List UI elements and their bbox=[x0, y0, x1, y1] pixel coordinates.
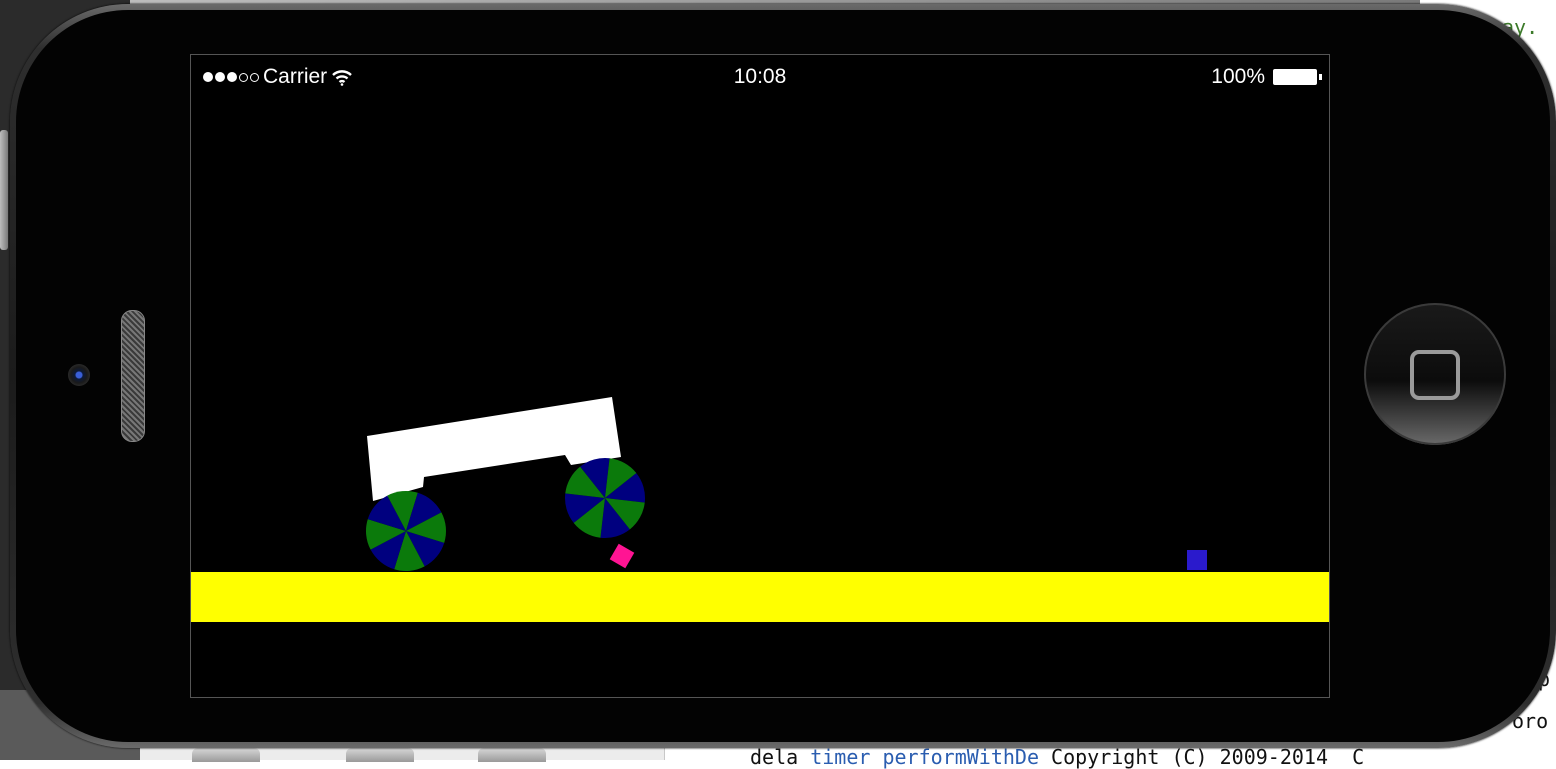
code-link[interactable]: timer performWithDe bbox=[810, 745, 1039, 769]
code-line: dela timer performWithDe Copyright (C) 2… bbox=[750, 746, 1364, 768]
car-wheel-left bbox=[366, 490, 446, 571]
earpiece-speaker bbox=[121, 310, 145, 442]
home-square-icon bbox=[1410, 350, 1460, 400]
code-keyword: dela bbox=[750, 745, 799, 769]
ground-platform bbox=[191, 572, 1329, 622]
volume-button[interactable] bbox=[0, 130, 8, 250]
copyright-text: Copyright (C) 2009-2014 C bbox=[1051, 745, 1365, 769]
pink-box bbox=[609, 543, 635, 569]
blue-box bbox=[1187, 550, 1207, 570]
car-wheel-right bbox=[565, 458, 645, 538]
device-screen[interactable]: Carrier 10:08 100% bbox=[190, 54, 1330, 698]
front-camera bbox=[68, 364, 90, 386]
home-button[interactable] bbox=[1364, 303, 1506, 445]
